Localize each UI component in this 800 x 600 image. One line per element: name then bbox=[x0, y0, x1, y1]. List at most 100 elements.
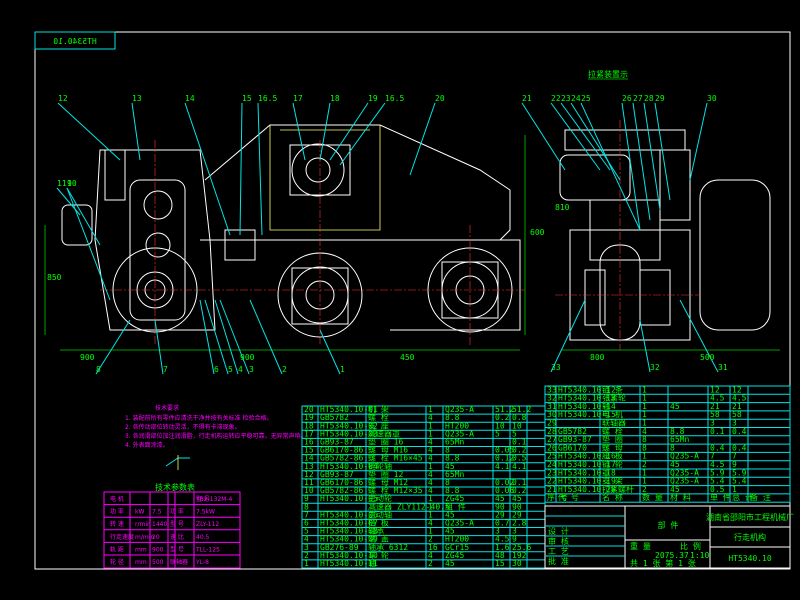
callout-label: 26 bbox=[622, 94, 632, 103]
leader-line bbox=[409, 102, 436, 176]
bom-cell: 15 bbox=[495, 559, 505, 568]
params-cell: 型 号 bbox=[170, 520, 184, 528]
mirrored-drawing-number: HT5340.10 bbox=[53, 37, 97, 46]
leader-line bbox=[292, 102, 306, 161]
bom-cell: 45 bbox=[445, 559, 455, 568]
params-cell: TLL-125 bbox=[195, 546, 220, 553]
leader-line bbox=[654, 102, 671, 201]
leader-line bbox=[249, 299, 283, 375]
callout-label: 27 bbox=[633, 94, 643, 103]
callout-label: 9 bbox=[67, 179, 72, 188]
callout-label: 12 bbox=[58, 94, 68, 103]
params-cell: 转 速 bbox=[110, 520, 124, 528]
callout-label: 3 bbox=[249, 365, 254, 374]
part-type: 部 件 bbox=[658, 520, 679, 530]
callout-label: 18 bbox=[330, 94, 340, 103]
leader-line bbox=[639, 319, 651, 373]
callout-label: 23 bbox=[561, 94, 571, 103]
callout-label: 7 bbox=[163, 365, 168, 374]
callout-label: 32 bbox=[650, 363, 660, 372]
bom-cell: 单 件 bbox=[710, 492, 731, 502]
dimension-label: 900 bbox=[240, 353, 255, 362]
leader-line bbox=[239, 102, 243, 236]
params-cell: ZLY-112 bbox=[196, 521, 219, 528]
leader-line bbox=[95, 319, 131, 375]
leader-line bbox=[57, 102, 121, 161]
params-cell: 40.5 bbox=[196, 534, 210, 541]
dimension-label: 900 bbox=[80, 353, 95, 362]
callout-label: 17 bbox=[293, 94, 303, 103]
side-view bbox=[44, 124, 526, 351]
callout-label: 15 bbox=[242, 94, 252, 103]
params-cell: 速 比 bbox=[170, 533, 184, 541]
dimension-label: 810 bbox=[555, 203, 570, 212]
params-cell: 7.5kW bbox=[196, 509, 215, 516]
bom-cell: 30 bbox=[512, 559, 522, 568]
params-cell: YB2-132M-4 bbox=[195, 496, 233, 503]
tech-note-line: 3. 各润滑部位加注润滑脂，行走机构运转应平稳可靠，无异常声响。 bbox=[125, 432, 307, 440]
dimension-label: 450 bbox=[400, 353, 415, 362]
role-label: 工 艺 bbox=[548, 547, 569, 556]
leader-line bbox=[329, 102, 369, 161]
leader-line bbox=[257, 102, 263, 236]
params-cell: 轮 径 bbox=[110, 558, 124, 566]
bom-cell: 2 bbox=[428, 559, 433, 568]
drawing-number: HT5340.10 bbox=[728, 554, 772, 563]
callout-label: 20 bbox=[435, 94, 445, 103]
role-label: 设 计 bbox=[548, 526, 569, 536]
params-cell: 20 bbox=[152, 534, 160, 541]
callout-label: 25 bbox=[581, 94, 591, 103]
bom-cell: 名 称 bbox=[602, 492, 623, 502]
callout-label: 19 bbox=[368, 94, 378, 103]
tech-notes-title: 技术要求 bbox=[155, 404, 179, 412]
callout-label: 33 bbox=[551, 363, 561, 372]
scale-label: 比 例 bbox=[680, 541, 701, 551]
callout-label: 14 bbox=[185, 94, 195, 103]
callout-label: 30 bbox=[707, 94, 717, 103]
callout-label: 22 bbox=[551, 94, 561, 103]
bom-cell: 5 bbox=[495, 429, 500, 438]
callout-label: 6 bbox=[214, 365, 219, 374]
callout-label: 16.5 bbox=[385, 94, 404, 103]
params-cell: YL-8 bbox=[195, 559, 209, 566]
callout-label: 13 bbox=[132, 94, 142, 103]
dimension-label: 800 bbox=[590, 353, 605, 362]
drawing-title: 行走机构 bbox=[734, 532, 766, 542]
cad-drawing: HT5340.10 拉紧装置示 12 13 14 15 16.5 17 18 1… bbox=[34, 31, 794, 570]
callout-label: 28 bbox=[644, 94, 654, 103]
bom-cell: 备 注 bbox=[750, 492, 771, 502]
callout-label: 24 bbox=[571, 94, 581, 103]
leader-line bbox=[632, 102, 651, 221]
params-cell: 900 bbox=[152, 546, 164, 553]
callout-label: 5 bbox=[228, 365, 233, 374]
params-cell: 联轴器 bbox=[170, 558, 188, 566]
leader-line bbox=[199, 299, 215, 375]
role-label: 批 准 bbox=[548, 556, 569, 566]
role-label: 审 核 bbox=[548, 536, 569, 546]
params-cell: 电 机 bbox=[110, 495, 124, 503]
sheet-info: 共 1 张 第 1 张 bbox=[630, 558, 696, 568]
bom-cell: 4.1 bbox=[495, 462, 510, 471]
leader-line bbox=[319, 329, 341, 375]
params-cell: 功 率 bbox=[110, 508, 124, 516]
callout-label: 1 bbox=[340, 365, 345, 374]
params-cell: 500 bbox=[152, 559, 164, 566]
params-cell: mm bbox=[135, 559, 147, 566]
callout-label: 21 bbox=[522, 94, 532, 103]
dimension-label: 500 bbox=[700, 353, 715, 362]
bom-cell: 材 料 bbox=[670, 492, 691, 502]
params-cell: mm bbox=[135, 546, 147, 553]
callout-label: 16.5 bbox=[258, 94, 277, 103]
leader-line bbox=[66, 187, 101, 246]
bom-cell: 数 量 bbox=[642, 492, 663, 502]
dimension-label: 600 bbox=[530, 228, 545, 237]
leader-line bbox=[154, 319, 164, 375]
bom-cell: 轴 bbox=[368, 558, 376, 568]
leader-line bbox=[319, 102, 331, 161]
params-cell: kW bbox=[135, 509, 144, 516]
bom-cell: 代 号 bbox=[558, 492, 579, 502]
leader-line bbox=[570, 102, 621, 181]
callout-label: 2 bbox=[282, 365, 287, 374]
tech-note-line: 2. 各传动部位转动灵活，不得有卡滞现象。 bbox=[125, 423, 241, 431]
company-name: 湖南省邵阳市工程机械厂 bbox=[706, 512, 794, 522]
